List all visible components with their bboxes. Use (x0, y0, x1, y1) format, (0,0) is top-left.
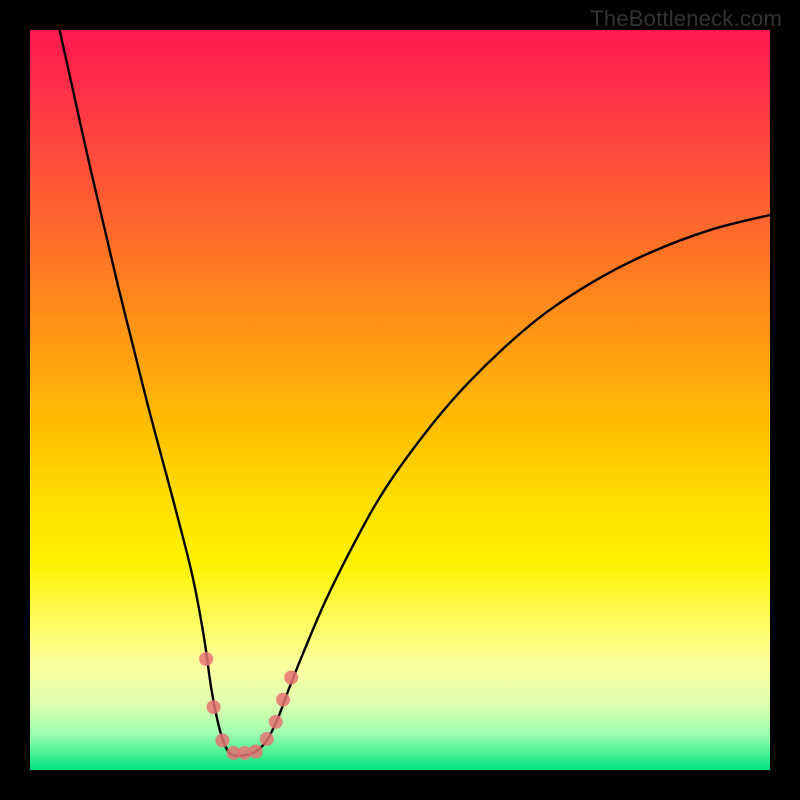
curve-layer (30, 30, 770, 770)
data-point (276, 693, 290, 707)
watermark-text: TheBottleneck.com (590, 6, 782, 32)
data-point (215, 733, 229, 747)
data-point (284, 671, 298, 685)
data-point (249, 745, 263, 759)
chart-frame: TheBottleneck.com (0, 0, 800, 800)
data-point (260, 732, 274, 746)
bottleneck-curve (60, 30, 770, 756)
data-point (269, 715, 283, 729)
data-point (199, 652, 213, 666)
plot-area (30, 30, 770, 770)
data-point (207, 700, 221, 714)
